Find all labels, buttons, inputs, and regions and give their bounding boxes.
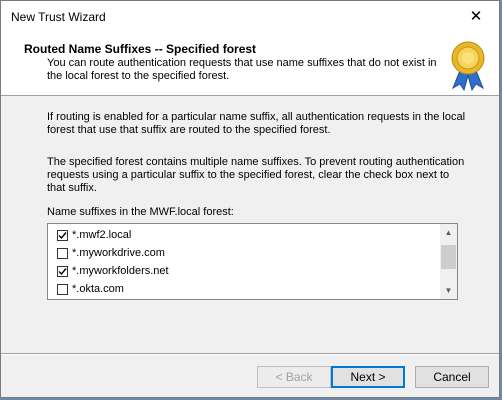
routing-description: If routing is enabled for a particular n… (47, 111, 466, 136)
list-label: Name suffixes in the MWF.local forest: (47, 206, 234, 218)
cancel-button[interactable]: Cancel (415, 366, 489, 388)
back-button[interactable]: < Back (257, 366, 331, 388)
suffix-instructions: The specified forest contains multiple n… (47, 156, 465, 194)
vertical-scrollbar[interactable]: ▲ ▼ (440, 224, 457, 299)
scroll-thumb[interactable] (441, 245, 456, 269)
suffix-label: *.mwf2.local (72, 229, 132, 241)
close-icon[interactable]: ✕ (453, 1, 499, 32)
checkmark-icon (58, 232, 67, 240)
page-subtitle: You can route authentication requests th… (47, 57, 437, 82)
suffix-checkbox[interactable] (57, 284, 68, 295)
wizard-window: New Trust Wizard ✕ Routed Name Suffixes … (0, 0, 500, 398)
suffix-label: *.myworkdrive.com (72, 247, 165, 259)
scroll-up-icon[interactable]: ▲ (440, 224, 457, 241)
next-button[interactable]: Next > (331, 366, 405, 388)
suffix-label: *.okta.com (72, 283, 124, 295)
suffix-checkbox[interactable] (57, 248, 68, 259)
page-title: Routed Name Suffixes -- Specified forest (24, 42, 257, 56)
footer-divider (1, 353, 499, 355)
suffix-checkbox[interactable] (57, 266, 68, 277)
scroll-down-icon[interactable]: ▼ (440, 282, 457, 299)
suffix-checkbox[interactable] (57, 230, 68, 241)
checkmark-icon (58, 268, 67, 276)
wizard-header: Routed Name Suffixes -- Specified forest… (1, 32, 499, 96)
award-seal-icon (451, 41, 485, 92)
window-title: New Trust Wizard (11, 10, 106, 24)
title-bar: New Trust Wizard ✕ (1, 1, 499, 32)
suffix-label: *.myworkfolders.net (72, 265, 169, 277)
suffix-list[interactable]: *.mwf2.local *.myworkdrive.com *.myworkf… (47, 223, 458, 300)
